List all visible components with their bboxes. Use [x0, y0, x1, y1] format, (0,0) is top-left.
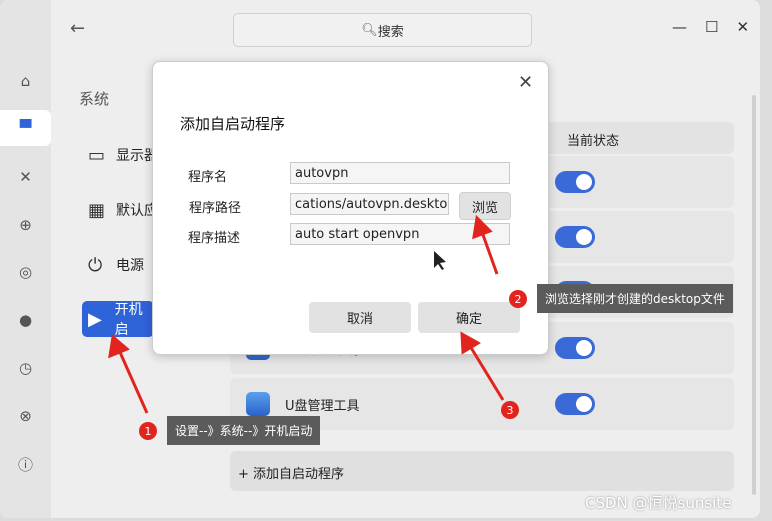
arrow-1-line: [117, 349, 149, 414]
annotation-arrows: [108, 214, 505, 414]
arrow-3-line: [468, 345, 505, 401]
arrow-2-head: [472, 214, 493, 240]
arrow-1-head: [108, 334, 130, 359]
arrow-3-head: [460, 331, 481, 355]
annotation-note-1: 设置--》系统--》开机启动: [167, 416, 321, 445]
mouse-cursor-icon: [434, 251, 446, 270]
annotation-note-2: 浏览选择刚才创建的desktop文件: [537, 284, 733, 313]
annotation-badge-3: 3: [501, 401, 519, 419]
arrow-2-line: [480, 231, 499, 275]
annotation-badge-1: 1: [139, 422, 157, 440]
watermark: CSDN @恒悦sunsite: [585, 494, 732, 512]
annotation-badge-2: 2: [509, 290, 527, 308]
